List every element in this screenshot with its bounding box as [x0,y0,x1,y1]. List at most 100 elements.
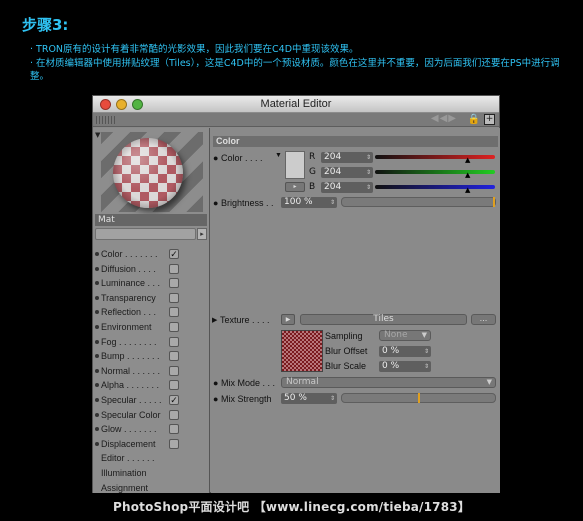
color-swatch[interactable] [285,151,305,179]
channel-checkbox[interactable] [169,263,179,274]
title-bar[interactable]: Material Editor [93,96,499,113]
channel-dot-icon [95,281,99,286]
channel-checkbox[interactable] [169,438,179,449]
texture-more-button[interactable]: ... [471,314,496,325]
channel-checkbox[interactable] [169,365,179,376]
channel-checkbox[interactable] [169,292,179,303]
brightness-marker[interactable] [493,197,495,207]
blur-scale-label: Blur Scale [325,361,367,371]
blur-offset-input[interactable]: 0 % ⇕ [379,346,431,357]
toolbar: ◀◀▶ 🔒 + [93,113,499,127]
stepper-icon[interactable]: ⇕ [366,182,371,193]
channel-label: Transparency [101,292,156,303]
stepper-icon[interactable]: ⇕ [330,393,335,404]
color-menu-icon[interactable]: ▼ [275,150,282,161]
channel-checkbox[interactable] [169,321,179,332]
channel-item[interactable]: Fog . . . . . . . . [95,335,205,350]
b-value-input[interactable]: 204 ⇕ [321,182,373,193]
channel-item[interactable]: Bump . . . . . . . [95,349,205,364]
texture-expand-icon[interactable]: ▶ [212,315,217,326]
channel-label: Displacement [101,438,156,449]
sampling-label: Sampling [325,331,363,341]
channel-checkbox[interactable] [169,307,179,318]
channel-label: Fog . . . . . . . . [101,336,157,347]
g-slider[interactable]: ▲ [375,170,495,179]
stepper-icon[interactable]: ⇕ [424,346,429,357]
texture-play-button[interactable]: ▶ [281,314,295,325]
chevron-down-icon: ▼ [421,331,427,339]
material-preview[interactable] [101,132,203,212]
mix-strength-marker[interactable] [418,393,420,403]
channel-checkbox[interactable]: ✓ [169,249,179,259]
slider-marker-icon[interactable]: ▲ [465,171,470,179]
channel-item[interactable]: Environment [95,320,205,335]
mix-strength-label: Mix Strength [221,394,272,404]
color-picker-button[interactable]: ▸ [285,182,305,192]
channel-dot-icon [95,324,99,329]
channel-checkbox[interactable]: ✓ [169,394,179,405]
channel-dot-icon [95,427,99,432]
channel-item[interactable]: Normal . . . . . . [95,364,205,379]
stepper-icon[interactable]: ⇕ [330,197,335,208]
new-panel-icon[interactable]: + [484,114,495,125]
channel-item[interactable]: Illumination [95,466,205,481]
preview-menu-icon[interactable]: ▼ [95,131,100,139]
channel-label: Specular Color [101,409,161,420]
mix-mode-dropdown[interactable]: Normal ▼ [281,377,496,388]
mix-strength-dot-icon: ● [213,394,219,404]
r-slider[interactable]: ▲ [375,155,495,164]
mix-mode-dot-icon: ● [213,378,219,388]
nav-arrows-icon[interactable]: ◀◀▶ [431,113,457,124]
blur-scale-input[interactable]: 0 % ⇕ [379,361,431,372]
channel-label: Glow . . . . . . . [101,424,157,435]
channel-item[interactable]: Luminance . . . [95,276,205,291]
g-value-input[interactable]: 204 ⇕ [321,167,373,178]
channel-item[interactable]: Specular . . . . . ✓ [95,393,205,408]
channel-checkbox[interactable] [169,424,179,435]
channel-item[interactable]: Specular Color [95,408,205,423]
watermark: PhotoShop平面设计吧 【www.linecg.com/tieba/178… [112,500,471,514]
channel-checkbox[interactable] [169,409,179,420]
mix-strength-bar[interactable] [341,393,496,403]
channel-item[interactable]: Editor . . . . . . [95,451,205,466]
slider-marker-icon[interactable]: ▲ [465,156,470,164]
channel-item[interactable]: Transparency [95,291,205,306]
b-value: 204 [324,182,342,192]
mix-mode-value: Normal [286,377,319,387]
sampling-dropdown[interactable]: None ▼ [379,330,431,341]
attribute-panel: Color ● Color . . . . ▼ ▸ R 204 ⇕ ▲ G 204… [211,128,500,493]
material-field-arrow-icon[interactable]: ▸ [197,228,207,240]
mix-strength-input[interactable]: 50 % ⇕ [281,393,337,404]
texture-name-button[interactable]: Tiles [300,314,467,325]
lock-icon[interactable]: 🔒 [468,114,480,125]
material-name[interactable]: Mat [95,214,207,226]
channel-item[interactable]: Diffusion . . . . [95,262,205,277]
slider-marker-icon[interactable]: ▲ [465,186,470,194]
material-field[interactable] [95,228,196,240]
channel-checkbox[interactable] [169,336,179,347]
b-slider[interactable]: ▲ [375,185,495,194]
channel-item[interactable]: Alpha . . . . . . . [95,378,205,393]
stepper-icon[interactable]: ⇕ [424,361,429,372]
channel-item[interactable]: Reflection . . . [95,305,205,320]
channel-label: Illumination [101,467,147,478]
texture-thumbnail[interactable] [281,330,323,372]
channel-label: Specular . . . . . [101,394,162,405]
channel-checkbox[interactable] [169,380,179,391]
channel-item[interactable]: Assignment [95,481,205,496]
stepper-icon[interactable]: ⇕ [366,152,371,163]
step-text-line-2: · 在材质编辑器中使用拼贴纹理（Tiles），这是C4D中的一个预设材质。颜色在… [30,58,560,82]
r-value-input[interactable]: 204 ⇕ [321,152,373,163]
channel-label: Assignment [101,482,149,493]
stepper-icon[interactable]: ⇕ [366,167,371,178]
brightness-bar[interactable] [341,197,496,207]
blur-offset-label: Blur Offset [325,346,368,356]
channel-item[interactable]: Displacement [95,437,205,452]
blur-scale-value: 0 % [382,361,400,371]
grip-handle-icon[interactable] [96,116,116,124]
channel-item[interactable]: Glow . . . . . . . [95,422,205,437]
channel-checkbox[interactable] [169,351,179,362]
channel-checkbox[interactable] [169,278,179,289]
channel-item[interactable]: Color . . . . . . . ✓ [95,247,205,262]
brightness-input[interactable]: 100 % ⇕ [281,197,337,208]
